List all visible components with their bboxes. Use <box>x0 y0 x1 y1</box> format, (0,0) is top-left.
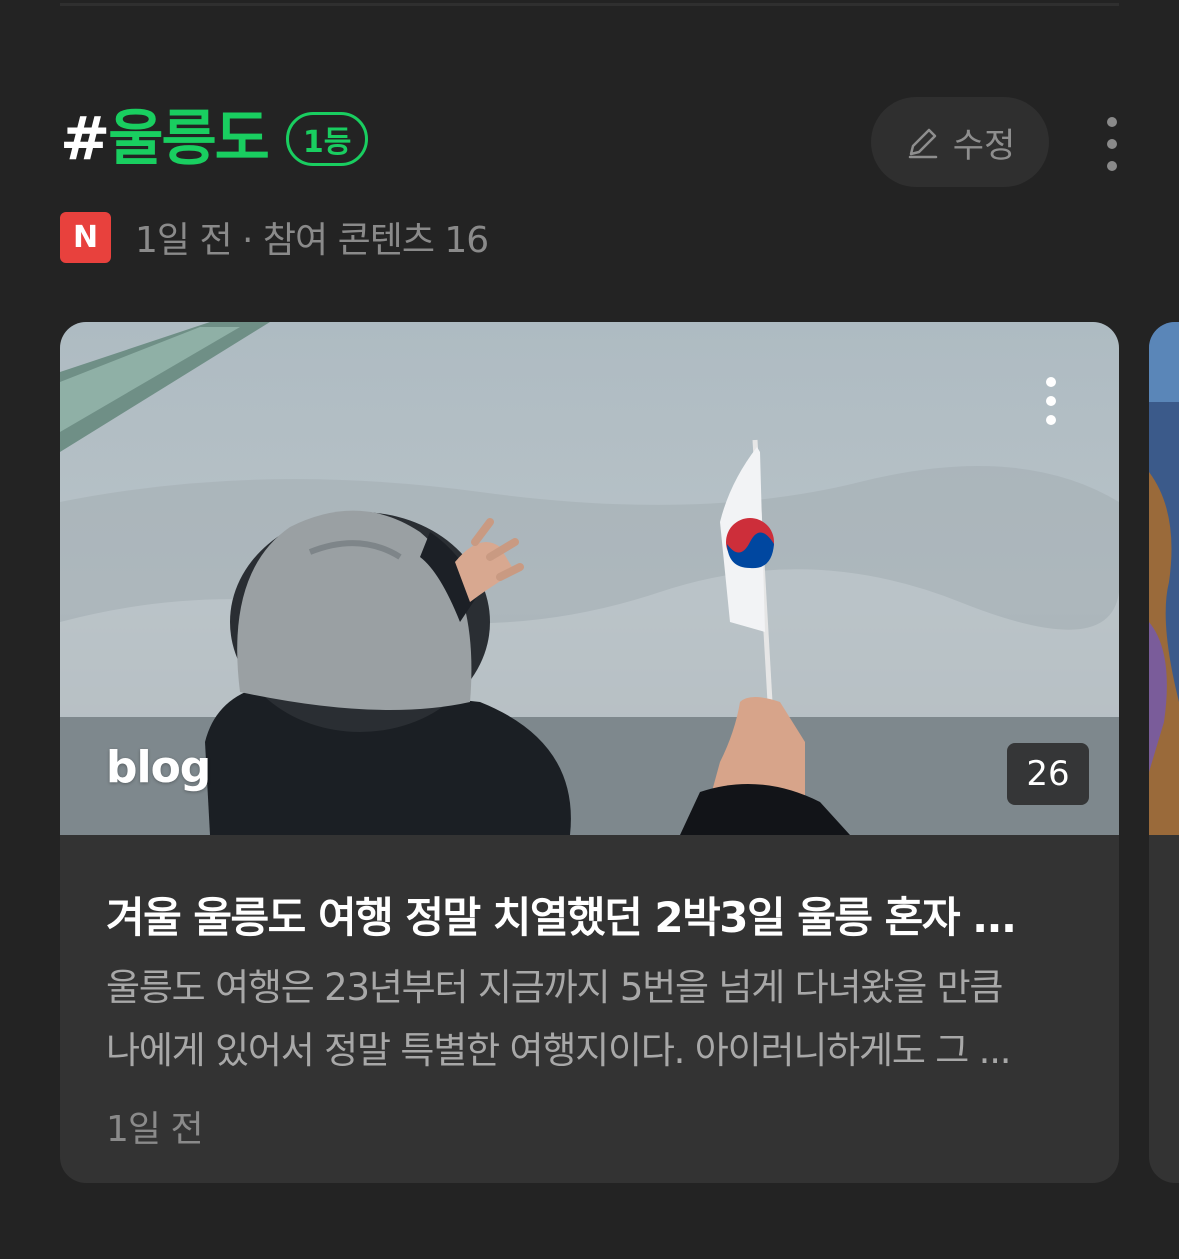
image-count-badge: 26 <box>1007 743 1089 805</box>
card-description-line: 나에게 있어서 정말 특별한 여행지이다. 아이러니하게도 그 ... <box>106 1029 1012 1072</box>
next-card-thumbnail <box>1149 322 1179 835</box>
topic-meta: N 1일 전 · 참여 콘텐츠 16 <box>60 211 489 263</box>
meta-text: 1일 전 · 참여 콘텐츠 16 <box>135 220 489 261</box>
card-more-options-icon[interactable] <box>1034 372 1068 432</box>
edit-label: 수정 <box>952 125 1016 166</box>
topic-keyword: 울릉도 <box>108 104 270 174</box>
rank-badge: 1등 <box>285 112 369 166</box>
topic-header: #울릉도 1등 <box>60 104 369 174</box>
card-description: 울릉도 여행은 23년부터 지금까지 5번을 넘게 다녀왔을 만큼 나에게 있어… <box>106 956 1066 1082</box>
more-options-icon[interactable] <box>1092 110 1132 180</box>
card-thumbnail <box>60 322 1119 835</box>
top-divider <box>60 3 1119 6</box>
card-description-line: 울릉도 여행은 23년부터 지금까지 5번을 넘게 다녀왔을 만큼 <box>106 966 1003 1009</box>
topic-title[interactable]: #울릉도 <box>60 104 270 174</box>
pencil-icon <box>908 128 937 159</box>
edit-button[interactable]: 수정 <box>871 97 1049 187</box>
card-title[interactable]: 겨울 울릉도 여행 정말 치열했던 2박3일 울릉 혼자 ... <box>106 884 1066 945</box>
hash-symbol: # <box>60 104 110 174</box>
next-content-card[interactable] <box>1149 322 1179 1183</box>
naver-logo-icon: N <box>60 211 111 263</box>
blog-logo: blog <box>106 742 211 793</box>
content-card[interactable]: blog 26 겨울 울릉도 여행 정말 치열했던 2박3일 울릉 혼자 ...… <box>60 322 1119 1183</box>
card-date: 1일 전 <box>106 1109 204 1150</box>
